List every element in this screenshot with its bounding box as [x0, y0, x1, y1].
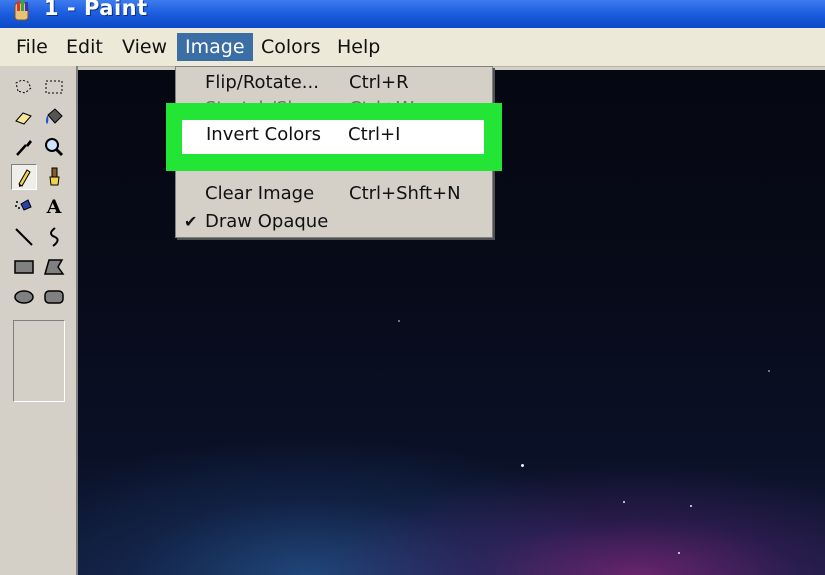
menu-colors[interactable]: Colors	[253, 33, 329, 61]
menu-item-clear-image[interactable]: Clear Image Ctrl+Shft+N	[176, 180, 492, 208]
pick-color-tool[interactable]	[11, 134, 37, 160]
curve-tool[interactable]	[41, 224, 67, 250]
line-icon	[15, 228, 33, 246]
canvas-star	[521, 464, 524, 467]
magnifier-icon	[45, 138, 64, 157]
ellipse-tool[interactable]	[11, 284, 37, 310]
menu-view[interactable]: View	[114, 33, 175, 61]
eraser-tool[interactable]	[11, 104, 37, 130]
canvas-star	[678, 552, 680, 554]
free-form-select-tool[interactable]	[11, 74, 37, 100]
canvas-star	[690, 505, 692, 507]
brush-tool[interactable]	[41, 164, 67, 190]
fill-with-color-tool[interactable]	[41, 104, 67, 130]
paint-bucket-icon	[46, 108, 63, 124]
title-bar: 1 - Paint	[0, 0, 825, 28]
polygon-icon	[44, 259, 65, 275]
menu-item-invert-colors[interactable]: Invert Colors Ctrl+I	[182, 120, 484, 154]
free-form-select-icon	[15, 79, 32, 94]
rectangle-select-tool[interactable]	[41, 74, 67, 100]
airbrush-tool[interactable]	[11, 194, 37, 220]
menu-item-label: Clear Image	[205, 183, 315, 204]
pencil-icon	[18, 169, 31, 187]
menu-item-flip-rotate[interactable]: Flip/Rotate... Ctrl+R	[176, 69, 492, 97]
menu-item-label: Draw Opaque	[205, 211, 329, 232]
pencil-tool[interactable]	[11, 164, 37, 190]
text-tool[interactable]: A	[41, 194, 67, 220]
toolbox: A	[0, 66, 78, 575]
rectangle-select-icon	[45, 80, 63, 94]
tool-options-box[interactable]	[13, 320, 65, 402]
polygon-tool[interactable]	[41, 254, 67, 280]
checkmark-icon: ✔	[184, 212, 198, 231]
menu-bar: File Edit View Image Colors Help	[0, 28, 825, 67]
highlight-callout: Invert Colors Ctrl+I	[166, 103, 502, 171]
rectangle-icon	[14, 260, 34, 274]
airbrush-icon	[15, 199, 32, 211]
ellipse-icon	[14, 290, 34, 304]
paint-app-icon	[14, 0, 29, 21]
menu-item-shortcut: Ctrl+Shft+N	[349, 183, 461, 204]
window-title: 1 - Paint	[44, 0, 148, 20]
menu-item-draw-opaque[interactable]: ✔ Draw Opaque	[176, 208, 492, 236]
rounded-rectangle-icon	[44, 290, 64, 304]
menu-item-label: Invert Colors	[206, 124, 321, 145]
menu-edit[interactable]: Edit	[58, 33, 111, 61]
canvas-star	[768, 370, 770, 372]
rounded-rectangle-tool[interactable]	[41, 284, 67, 310]
curve-icon	[50, 227, 59, 247]
line-tool[interactable]	[11, 224, 37, 250]
canvas-star	[623, 501, 625, 503]
text-tool-icon: A	[46, 196, 62, 218]
menu-file[interactable]: File	[8, 33, 56, 61]
eyedropper-icon	[16, 140, 32, 156]
menu-image[interactable]: Image	[177, 33, 253, 61]
menu-item-label: Flip/Rotate...	[205, 72, 319, 93]
menu-item-shortcut: Ctrl+I	[348, 124, 401, 145]
rectangle-tool[interactable]	[11, 254, 37, 280]
menu-help[interactable]: Help	[329, 33, 388, 61]
magnifier-tool[interactable]	[41, 134, 67, 160]
eraser-icon	[15, 112, 32, 125]
menu-item-shortcut: Ctrl+R	[349, 72, 409, 93]
brush-icon	[49, 167, 60, 186]
canvas-star	[398, 320, 400, 322]
